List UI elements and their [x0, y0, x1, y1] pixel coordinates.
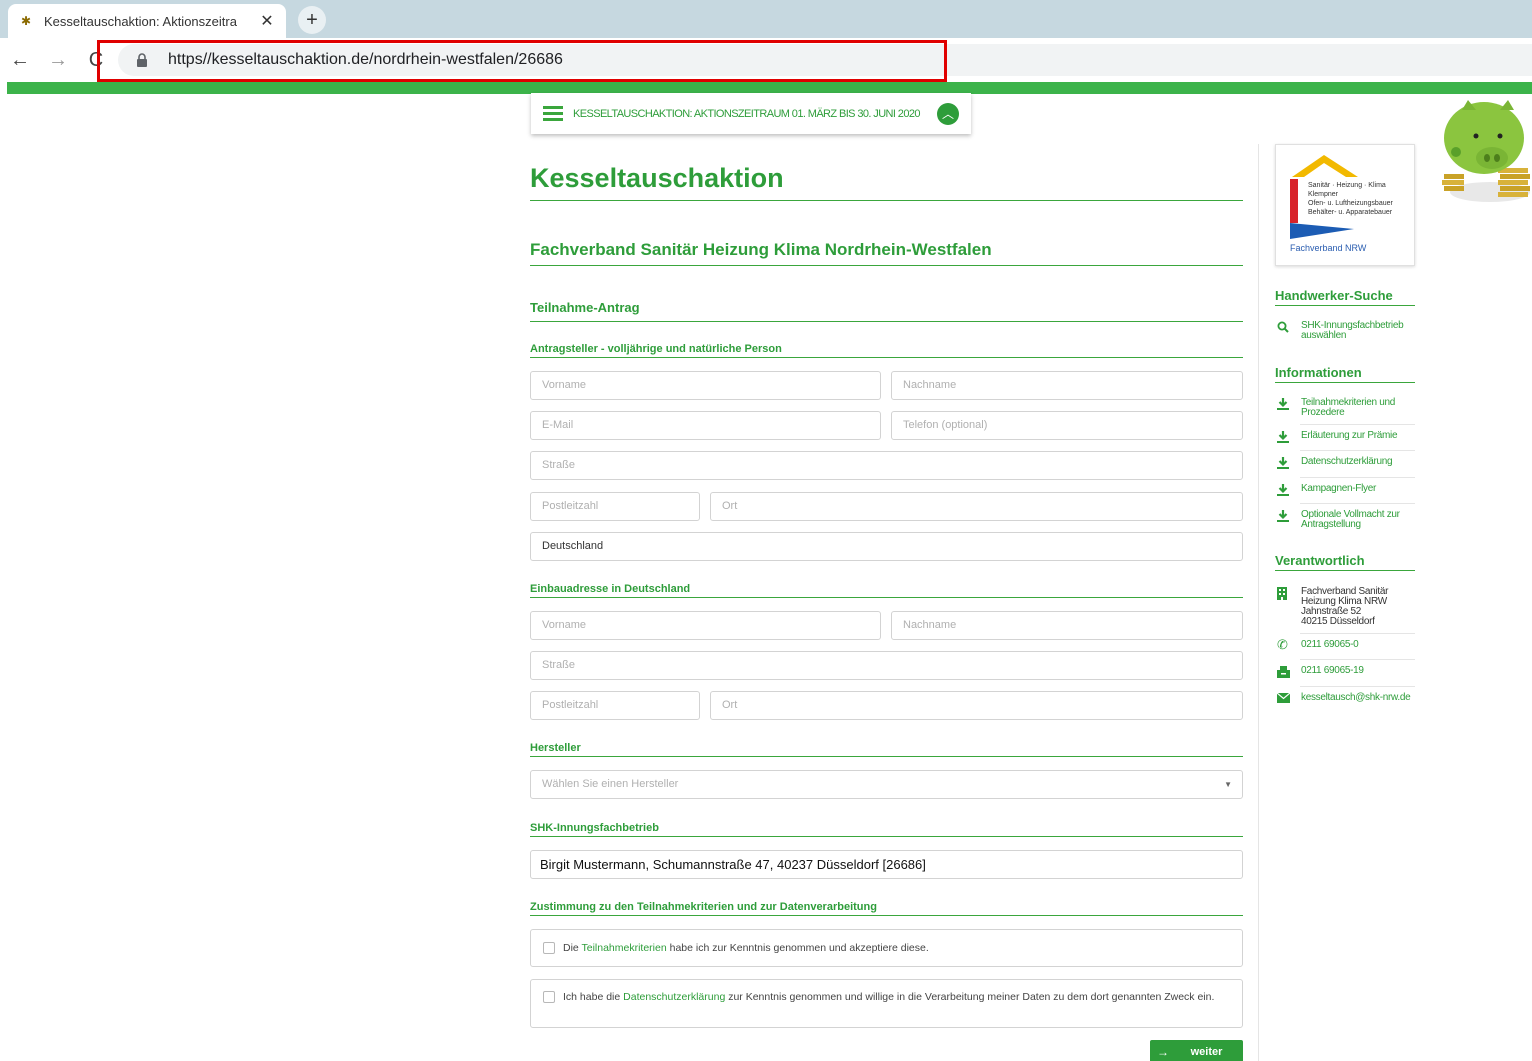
browser-tab[interactable]: ✱ Kesseltauschaktion: Aktionszeitra ✕ — [8, 4, 286, 38]
next-button-label: weiter — [1190, 1046, 1223, 1058]
applicant-email-input[interactable]: E-Mail — [530, 411, 881, 440]
applicant-heading: Antragsteller - volljährige und natürlic… — [530, 343, 1243, 358]
browser-toolbar: ← → C https//kesseltauschaktion.de/nordr… — [0, 38, 1532, 82]
download-icon — [1275, 398, 1301, 411]
download-icon — [1275, 510, 1301, 523]
applicant-country-input[interactable]: Deutschland — [530, 532, 1243, 561]
install-city-input[interactable]: Ort — [710, 691, 1243, 720]
install-firstname-input[interactable]: Vorname — [530, 611, 881, 640]
privacy-link[interactable]: Datenschutzerklärung — [623, 991, 725, 1003]
info-item-proxy[interactable]: Optionale Vollmacht zur Antragstellung — [1275, 510, 1415, 530]
fax-text: 0211 69065-19 — [1275, 666, 1415, 679]
install-address-heading: Einbauadresse in Deutschland — [530, 583, 1243, 598]
consent-privacy-text-post: zur Kenntnis genommen und willige in die… — [725, 991, 1215, 1003]
company-heading: SHK-Innungsfachbetrieb — [530, 822, 1243, 837]
company-input[interactable]: Birgit Mustermann, Schumannstraße 47, 40… — [530, 850, 1243, 879]
sidebar-divider — [1258, 144, 1259, 1061]
applicant-city-input[interactable]: Ort — [710, 492, 1243, 521]
manufacturer-heading: Hersteller — [530, 742, 1243, 757]
contact-divider — [1300, 633, 1415, 634]
info-divider — [1300, 503, 1415, 504]
search-link[interactable]: SHK-Innungsfachbetrieb auswählen — [1275, 321, 1415, 341]
promo-banner[interactable]: KESSELTAUSCHAKTION: AKTIONSZEITRAUM 01. … — [531, 93, 971, 134]
site-favicon-icon: ✱ — [20, 14, 32, 28]
promo-text: KESSELTAUSCHAKTION: AKTIONSZEITRAUM 01. … — [573, 107, 920, 120]
consent-heading: Zustimmung zu den Teilnahmekriterien und… — [530, 901, 1243, 916]
info-item-criteria[interactable]: Teilnahmekriterien und Prozedere — [1275, 398, 1415, 418]
info-item-privacy[interactable]: Datenschutzerklärung — [1275, 457, 1415, 470]
info-divider — [1300, 424, 1415, 425]
next-button[interactable]: → weiter — [1150, 1040, 1243, 1061]
applicant-lastname-input[interactable]: Nachname — [891, 371, 1243, 400]
association-logo: Sanitär · Heizung · Klima Klempner Ofen-… — [1275, 144, 1415, 266]
info-divider — [1300, 450, 1415, 451]
caret-down-icon: ▼ — [1224, 780, 1232, 789]
browser-tabstrip: ✱ Kesseltauschaktion: Aktionszeitra ✕ + — [0, 0, 1532, 38]
reload-icon[interactable]: C — [84, 48, 108, 72]
back-arrow-icon[interactable]: ← — [8, 48, 32, 72]
tab-close-icon[interactable]: ✕ — [258, 11, 276, 31]
info-heading: Informationen — [1275, 365, 1415, 383]
chevron-up-icon[interactable]: ︿ — [937, 102, 959, 125]
form-title: Teilnahme-Antrag — [530, 300, 1243, 322]
page-subtitle: Fachverband Sanitär Heizung Klima Nordrh… — [530, 240, 1243, 266]
install-zip-input[interactable]: Postleitzahl — [530, 691, 700, 720]
hamburger-menu-icon[interactable] — [543, 103, 563, 124]
info-item-premium[interactable]: Erläuterung zur Prämie — [1275, 431, 1415, 444]
applicant-phone-input[interactable]: Telefon (optional) — [891, 411, 1243, 440]
phone-icon: ✆ — [1277, 637, 1288, 652]
envelope-icon — [1275, 692, 1301, 704]
applicant-zip-input[interactable]: Postleitzahl — [530, 492, 700, 521]
download-icon — [1275, 431, 1301, 444]
applicant-street-input[interactable]: Straße — [530, 451, 1243, 480]
info-divider — [1300, 477, 1415, 478]
phone-link[interactable]: ✆ 0211 69065-0 — [1275, 637, 1415, 652]
install-lastname-input[interactable]: Nachname — [891, 611, 1243, 640]
page-title: Kesseltauschaktion — [530, 163, 1243, 201]
consent-criteria-text-pre: Die — [563, 942, 582, 954]
piggy-bank-icon — [1442, 100, 1530, 202]
info-item-flyer[interactable]: Kampagnen-Flyer — [1275, 484, 1415, 497]
download-icon — [1275, 484, 1301, 497]
email-link[interactable]: kesseltausch@shk-nrw.de — [1275, 693, 1415, 704]
contact-divider — [1300, 659, 1415, 660]
consent-criteria-box: Die Teilnahmekriterien habe ich zur Kenn… — [530, 929, 1243, 967]
tab-title: Kesseltauschaktion: Aktionszeitra — [44, 13, 237, 29]
new-tab-button[interactable]: + — [298, 6, 326, 34]
manufacturer-select[interactable]: Wählen Sie einen Hersteller ▼ — [530, 770, 1243, 799]
consent-criteria-text-post: habe ich zur Kenntnis genommen und akzep… — [666, 942, 929, 954]
arrow-right-icon: → — [1157, 1045, 1169, 1059]
building-icon — [1275, 587, 1301, 601]
forward-arrow-icon[interactable]: → — [46, 48, 70, 72]
address-block: Fachverband Sanitär Heizung Klima NRW Ja… — [1275, 587, 1415, 627]
consent-criteria-checkbox[interactable] — [543, 942, 555, 954]
search-icon — [1275, 321, 1301, 334]
install-street-input[interactable]: Straße — [530, 651, 1243, 680]
criteria-link[interactable]: Teilnahmekriterien — [581, 942, 666, 954]
search-heading: Handwerker-Suche — [1275, 288, 1415, 306]
download-icon — [1275, 457, 1301, 470]
contact-divider — [1300, 686, 1415, 687]
address-bar[interactable]: https//kesseltauschaktion.de/nordrhein-w… — [118, 44, 1532, 76]
consent-privacy-text-pre: Ich habe die — [563, 991, 624, 1003]
applicant-firstname-input[interactable]: Vorname — [530, 371, 881, 400]
responsible-heading: Verantwortlich — [1275, 553, 1415, 571]
consent-privacy-box: Ich habe die Datenschutzerklärung zur Ke… — [530, 979, 1243, 1028]
consent-privacy-checkbox[interactable] — [543, 991, 555, 1003]
manufacturer-select-placeholder: Wählen Sie einen Hersteller — [542, 778, 679, 790]
url-text[interactable]: https//kesseltauschaktion.de/nordrhein-w… — [168, 51, 563, 69]
fax-icon — [1275, 666, 1301, 679]
logo-footer: Fachverband NRW — [1290, 243, 1367, 253]
lock-icon — [137, 53, 147, 67]
logo-text: Sanitär · Heizung · Klima Klempner Ofen-… — [1308, 182, 1393, 216]
